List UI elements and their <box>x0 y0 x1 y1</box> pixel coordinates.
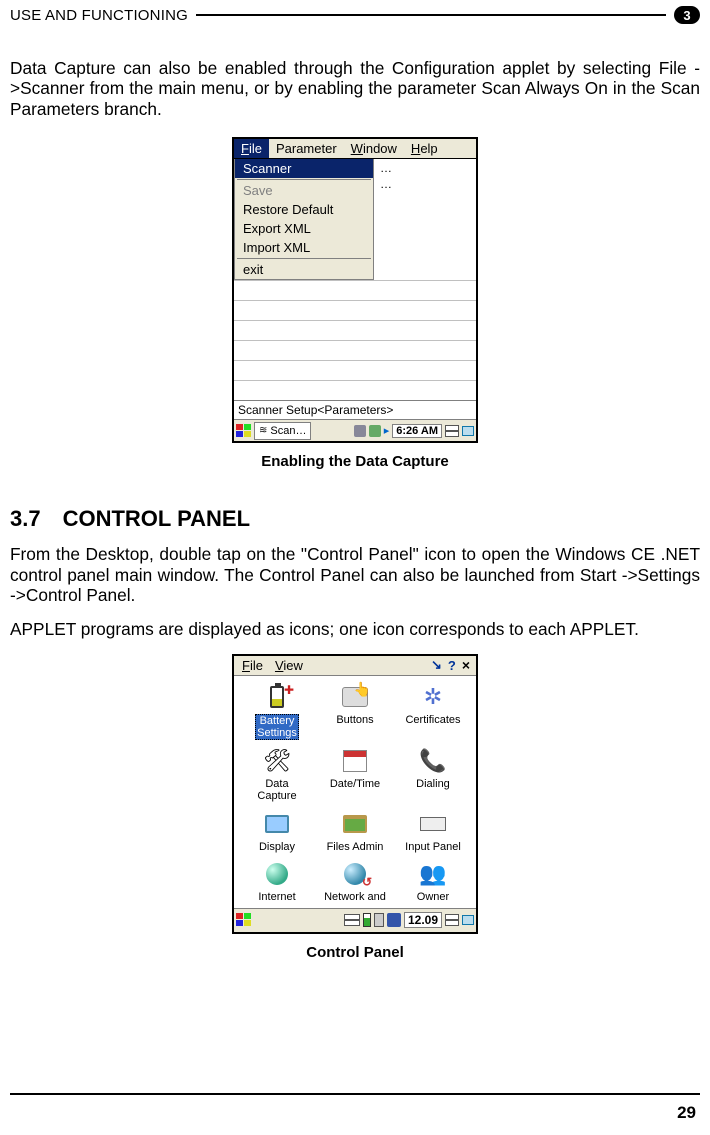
cp-label-dialing: Dialing <box>416 778 450 790</box>
tray-icon[interactable] <box>354 425 366 437</box>
cp-label-datacapture: Data Capture <box>257 778 296 802</box>
cp-item-owner[interactable]: 👥 Owner <box>394 859 472 905</box>
header-title: USE AND FUNCTIONING <box>10 7 188 24</box>
certificates-icon: ✲ <box>416 682 450 712</box>
section-heading: 3.7 CONTROL PANEL <box>10 506 700 532</box>
cp-label-buttons: Buttons <box>336 714 373 726</box>
cp-item-certificates[interactable]: ✲ Certificates <box>394 682 472 743</box>
dropdown-scanner[interactable]: Scanner <box>235 159 373 178</box>
tray-net-icon[interactable] <box>387 913 401 927</box>
cp-item-buttons[interactable]: Buttons <box>316 682 394 743</box>
fig2-taskbar: 12.09 <box>234 908 476 932</box>
keyboard-icon-2[interactable] <box>445 914 459 926</box>
internet-icon <box>266 863 288 885</box>
close-icon[interactable]: × <box>458 657 474 673</box>
page-number: 29 <box>677 1103 696 1123</box>
fig1-taskbar: ≋ Scan… ▸ 6:26 AM <box>234 419 476 441</box>
battery-tray-icon <box>363 913 371 927</box>
start-flag-icon-2[interactable] <box>236 913 252 927</box>
cp-label-filesadmin: Files Admin <box>327 841 384 853</box>
filesadmin-icon <box>343 815 367 833</box>
windows-tray-icon[interactable] <box>462 426 474 436</box>
figure-data-capture: File Parameter Window Help Scanner Save … <box>232 137 478 443</box>
cp-item-internet[interactable]: Internet <box>238 859 316 905</box>
owner-icon: 👥 <box>416 859 450 889</box>
battery-icon <box>270 686 284 708</box>
fig2-clock: 12.09 <box>404 912 442 928</box>
fig1-grid-lower <box>234 280 476 400</box>
cp-label-inputpanel: Input Panel <box>405 841 461 853</box>
datetime-icon <box>343 750 367 772</box>
dropdown-export[interactable]: Export XML <box>235 219 373 238</box>
menu-help[interactable]: Help <box>404 139 445 158</box>
cp-item-battery[interactable]: Battery Settings <box>238 682 316 743</box>
cp-item-display[interactable]: Display <box>238 809 316 855</box>
cp-item-inputpanel[interactable]: Input Panel <box>394 809 472 855</box>
file-dropdown: Scanner Save Restore Default Export XML … <box>234 159 374 280</box>
grid-dots-2: … <box>380 177 392 191</box>
fig2-tray: 12.09 <box>344 912 474 928</box>
tray-icon-2[interactable] <box>369 425 381 437</box>
menu-file-label: ile <box>249 141 262 156</box>
section-number: 3.7 <box>10 506 41 532</box>
help-question-icon[interactable]: ? <box>448 658 456 673</box>
paragraph-2: From the Desktop, double tap on the "Con… <box>10 544 700 605</box>
menu-window[interactable]: Window <box>344 139 404 158</box>
buttons-icon <box>342 687 368 707</box>
dialing-icon: 📞 <box>416 746 450 776</box>
dropdown-save[interactable]: Save <box>235 181 373 200</box>
tray-card-icon <box>374 913 384 927</box>
sip-icon[interactable] <box>344 914 360 926</box>
paragraph-3: APPLET programs are displayed as icons; … <box>10 619 700 639</box>
control-panel-grid: Battery Settings Buttons ✲ Certificates … <box>234 676 476 908</box>
fig1-grid-right: … … <box>374 159 476 280</box>
fig1-caption: Enabling the Data Capture <box>10 453 700 470</box>
cp-menu-view[interactable]: View <box>269 656 309 675</box>
cp-item-filesadmin[interactable]: Files Admin <box>316 809 394 855</box>
dropdown-restore[interactable]: Restore Default <box>235 200 373 219</box>
cp-item-datacapture[interactable]: 🛠 Data Capture <box>238 746 316 805</box>
cp-item-datetime[interactable]: Date/Time <box>316 746 394 805</box>
fig1-status: Scanner Setup<Parameters> <box>234 400 476 419</box>
cp-label-owner: Owner <box>417 891 449 903</box>
windows-tray-icon-2[interactable] <box>462 915 474 925</box>
cp-label-battery: Battery Settings <box>255 714 299 740</box>
cp-menu-file[interactable]: File <box>236 656 269 675</box>
figure-control-panel: File View ↘ ? × Battery Settings Buttons… <box>232 654 478 934</box>
display-icon <box>265 815 289 833</box>
datacapture-icon: 🛠 <box>260 746 294 776</box>
help-arrow-icon[interactable]: ↘ <box>431 657 442 673</box>
start-flag-icon[interactable] <box>236 424 252 438</box>
keyboard-icon[interactable] <box>445 425 459 437</box>
fig2-caption: Control Panel <box>10 944 700 961</box>
cp-label-display: Display <box>259 841 295 853</box>
menu-file[interactable]: File <box>234 139 269 158</box>
fig2-menubar: File View ↘ ? × <box>234 656 476 676</box>
taskbar-scan-button[interactable]: ≋ Scan… <box>254 422 311 440</box>
fig1-tray: ▸ 6:26 AM <box>354 424 474 438</box>
cp-item-dialing[interactable]: 📞 Dialing <box>394 746 472 805</box>
chapter-badge: 3 <box>674 6 700 24</box>
page-header: USE AND FUNCTIONING 3 <box>10 6 700 24</box>
dropdown-exit[interactable]: exit <box>235 260 373 279</box>
dropdown-import[interactable]: Import XML <box>235 238 373 257</box>
cp-label-certificates: Certificates <box>405 714 460 726</box>
network-icon <box>344 863 366 885</box>
section-title: CONTROL PANEL <box>63 506 250 532</box>
fig1-clock: 6:26 AM <box>392 424 442 438</box>
header-rule <box>196 14 666 16</box>
intro-paragraph: Data Capture can also be enabled through… <box>10 58 700 119</box>
cp-label-datetime: Date/Time <box>330 778 380 790</box>
cp-label-internet: Internet <box>258 891 295 903</box>
footer-rule <box>10 1093 700 1095</box>
cp-item-network[interactable]: Network and <box>316 859 394 905</box>
menu-parameter[interactable]: Parameter <box>269 139 344 158</box>
taskbar-scan-label: Scan… <box>270 425 306 437</box>
grid-dots-1: … <box>380 161 392 175</box>
fig1-menubar: File Parameter Window Help <box>234 139 476 159</box>
inputpanel-icon <box>420 817 446 831</box>
cp-label-network: Network and <box>324 891 386 903</box>
